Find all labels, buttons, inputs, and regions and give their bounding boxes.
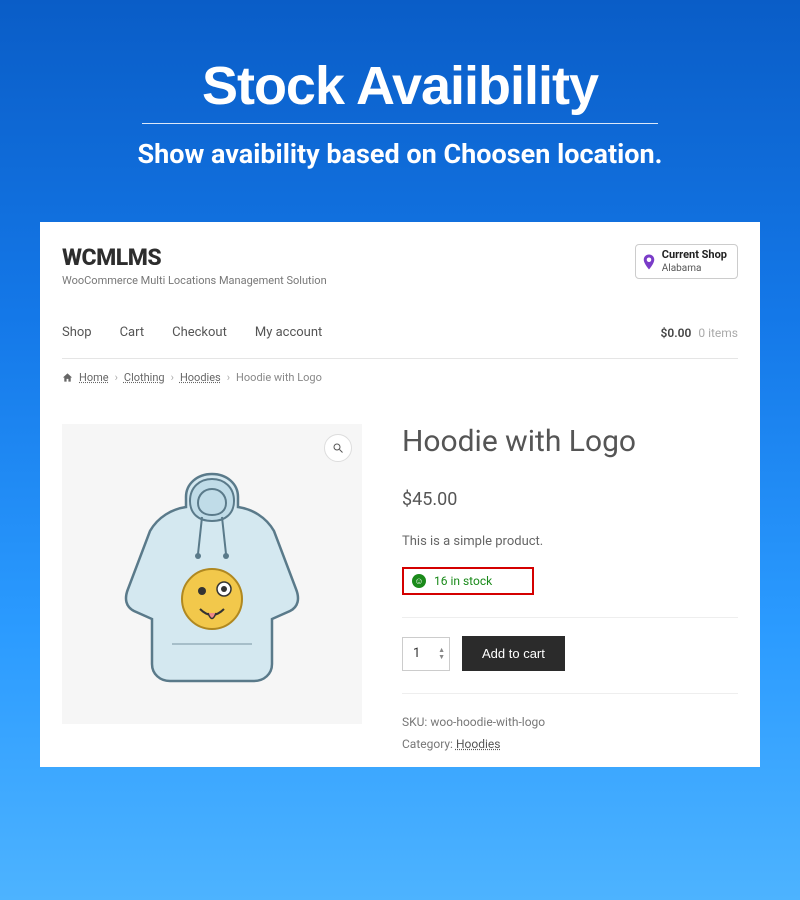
divider <box>62 358 738 359</box>
category-label: Category: <box>402 737 453 751</box>
site-title: WCMLMS <box>62 244 327 271</box>
stock-text: 16 in stock <box>434 574 492 588</box>
product-image[interactable] <box>62 424 362 724</box>
sku-label: SKU: <box>402 715 427 729</box>
location-pin-icon <box>640 253 658 271</box>
breadcrumb: Home › Clothing › Hoodies › Hoodie with … <box>62 371 738 384</box>
current-shop-value: Alabama <box>662 263 702 274</box>
crumb-current: Hoodie with Logo <box>236 371 322 384</box>
hero-banner: Stock Avaiibility Show avaibility based … <box>0 0 800 200</box>
crumb-sep: › <box>227 371 230 384</box>
product-meta: SKU: woo-hoodie-with-logo Category: Hood… <box>402 712 738 755</box>
crumb-clothing[interactable]: Clothing <box>124 371 165 384</box>
divider <box>402 617 738 618</box>
hoodie-illustration <box>102 459 322 689</box>
current-shop-selector[interactable]: Current Shop Alabama <box>635 244 738 279</box>
brand-block: WCMLMS WooCommerce Multi Locations Manag… <box>62 244 327 287</box>
crumb-hoodies[interactable]: Hoodies <box>180 371 221 384</box>
product-section: Hoodie with Logo $45.00 This is a simple… <box>62 424 738 755</box>
sku-value: woo-hoodie-with-logo <box>430 715 545 729</box>
quantity-value: 1 <box>413 646 420 661</box>
current-shop-label: Current Shop <box>662 248 727 261</box>
crumb-sep: › <box>115 371 118 384</box>
home-icon <box>62 372 73 383</box>
nav-row: Shop Cart Checkout My account $0.00 0 it… <box>62 325 738 340</box>
magnifier-icon <box>332 442 344 454</box>
cart-item-count: 0 items <box>698 326 738 340</box>
header-row: WCMLMS WooCommerce Multi Locations Manag… <box>62 244 738 287</box>
product-title: Hoodie with Logo <box>402 424 738 459</box>
add-to-cart-row: 1 ▲ ▼ Add to cart <box>402 636 738 671</box>
smiley-icon: ☺ <box>412 574 426 588</box>
zoom-button[interactable] <box>324 434 352 462</box>
nav-shop[interactable]: Shop <box>62 325 92 340</box>
nav-cart[interactable]: Cart <box>120 325 145 340</box>
product-details: Hoodie with Logo $45.00 This is a simple… <box>402 424 738 755</box>
hero-subtitle: Show avaibility based on Choosen locatio… <box>20 138 780 170</box>
quantity-stepper[interactable]: 1 ▲ ▼ <box>402 637 450 671</box>
nav-checkout[interactable]: Checkout <box>172 325 227 340</box>
mini-cart[interactable]: $0.00 0 items <box>661 326 738 340</box>
product-price: $45.00 <box>402 489 738 510</box>
current-shop-text: Current Shop Alabama <box>662 248 727 275</box>
crumb-sep: › <box>171 371 174 384</box>
product-description: This is a simple product. <box>402 534 738 549</box>
nav-my-account[interactable]: My account <box>255 325 322 340</box>
hero-title: Stock Avaiibility <box>142 55 658 124</box>
product-page-card: WCMLMS WooCommerce Multi Locations Manag… <box>40 222 760 767</box>
quantity-spinner[interactable]: ▲ ▼ <box>438 647 445 661</box>
crumb-home[interactable]: Home <box>79 371 109 384</box>
add-to-cart-button[interactable]: Add to cart <box>462 636 565 671</box>
stock-highlight-box: ☺ 16 in stock <box>402 567 534 595</box>
cart-amount: $0.00 <box>661 326 692 340</box>
product-gallery <box>62 424 362 755</box>
chevron-down-icon[interactable]: ▼ <box>438 654 445 661</box>
divider <box>402 693 738 694</box>
category-link[interactable]: Hoodies <box>456 737 501 751</box>
nav-links: Shop Cart Checkout My account <box>62 325 322 340</box>
site-tagline: WooCommerce Multi Locations Management S… <box>62 274 327 287</box>
